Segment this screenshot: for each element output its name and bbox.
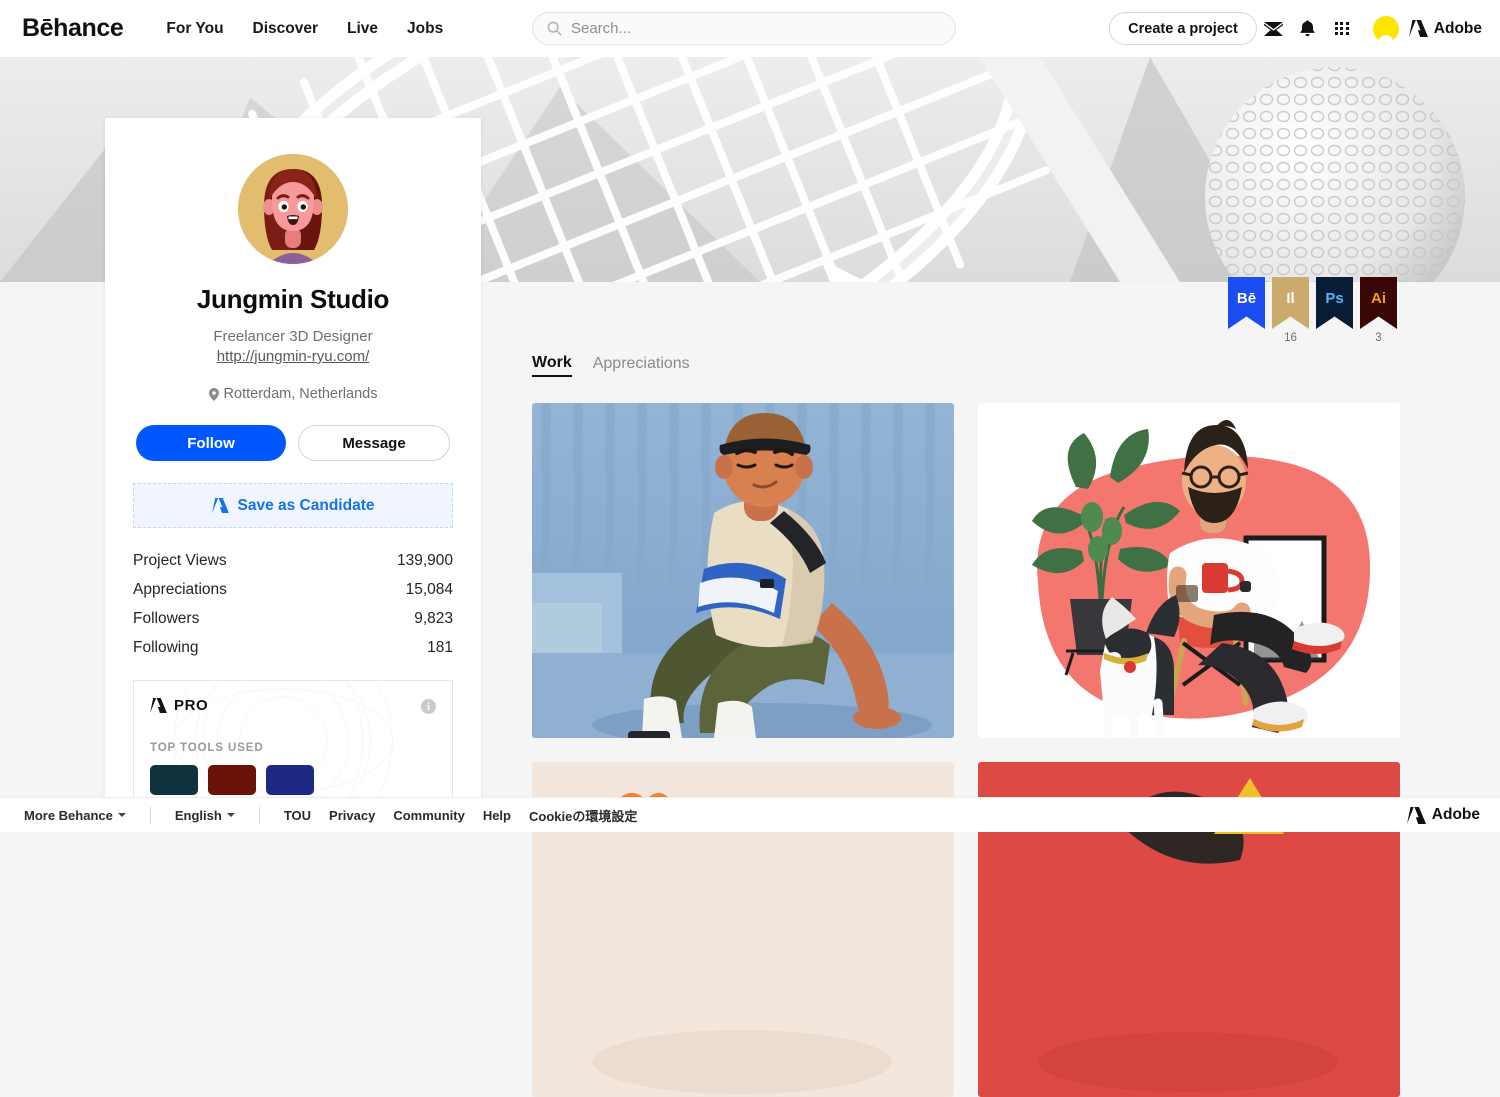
save-as-candidate-label: Save as Candidate xyxy=(238,497,375,515)
search-input[interactable]: Search... xyxy=(571,20,631,37)
profile-location: Rotterdam, Netherlands xyxy=(133,386,453,402)
projects-grid: ! xyxy=(532,403,1400,1097)
avatar-illustration xyxy=(238,154,348,264)
badge-photoshop[interactable]: Ps xyxy=(1316,277,1353,332)
stat-label: Following xyxy=(133,639,198,657)
stat-value: 9,823 xyxy=(414,610,453,628)
location-pin-icon xyxy=(209,388,219,401)
adobe-logo-icon xyxy=(212,498,229,513)
badge-label: Ai xyxy=(1371,290,1386,307)
footer-adobe-label: Adobe xyxy=(1432,806,1480,824)
info-icon[interactable]: i xyxy=(421,699,436,714)
badge-count: 16 xyxy=(1272,332,1309,344)
project-thumb-seated-boy[interactable] xyxy=(532,403,954,738)
achievement-badges: Bē Il 16 Ps Ai 3 xyxy=(1228,277,1397,344)
save-as-candidate-button[interactable]: Save as Candidate xyxy=(133,483,453,528)
profile-role: Freelancer 3D Designer xyxy=(133,328,453,345)
more-behance-label: More Behance xyxy=(24,808,113,823)
badge-label: Il xyxy=(1286,290,1294,307)
profile-sidebar-card: Jungmin Studio Freelancer 3D Designer ht… xyxy=(105,118,481,800)
stat-row-following: Following 181 xyxy=(133,633,453,662)
language-dropdown[interactable]: English xyxy=(175,808,235,823)
footer-link-cookies[interactable]: Cookieの環境設定 xyxy=(529,806,637,825)
content-tabs: Work Appreciations xyxy=(532,354,690,377)
footer-adobe-link[interactable]: Adobe xyxy=(1407,806,1480,824)
tool-chip-2[interactable] xyxy=(208,765,256,795)
stat-value: 181 xyxy=(427,639,453,657)
more-behance-dropdown[interactable]: More Behance xyxy=(24,808,126,823)
tab-appreciations[interactable]: Appreciations xyxy=(593,355,690,376)
footer-link-community[interactable]: Community xyxy=(393,808,465,823)
stat-value: 15,084 xyxy=(406,581,453,599)
badge-count: 3 xyxy=(1360,332,1397,344)
footer-link-help[interactable]: Help xyxy=(483,808,511,823)
badge-illustrator[interactable]: Ai 3 xyxy=(1360,277,1397,344)
stat-row-followers: Followers 9,823 xyxy=(133,604,453,633)
top-tools-used-label: TOP TOOLS USED xyxy=(150,742,436,754)
search-box[interactable]: Search... xyxy=(532,12,956,45)
search-icon xyxy=(547,21,562,36)
message-button[interactable]: Message xyxy=(298,425,450,461)
pro-insights-card: PRO i TOP TOOLS USED xyxy=(133,680,453,800)
tool-chip-3[interactable] xyxy=(266,765,314,795)
nav-live[interactable]: Live xyxy=(347,20,378,38)
primary-nav: For You Discover Live Jobs xyxy=(166,20,443,38)
tab-work[interactable]: Work xyxy=(532,354,572,377)
badge-label: Bē xyxy=(1237,290,1256,307)
profile-avatar[interactable] xyxy=(238,154,348,264)
page-title: Jungmin Studio xyxy=(133,284,453,315)
apps-grid-icon xyxy=(1335,22,1349,36)
badge-illustrator-tool[interactable]: Il 16 xyxy=(1272,277,1309,344)
footer-divider-2 xyxy=(259,807,260,824)
top-navigation-bar: Bēhance For You Discover Live Jobs Searc… xyxy=(0,0,1500,57)
app-switcher-button[interactable] xyxy=(1325,22,1359,36)
page-footer: More Behance English TOU Privacy Communi… xyxy=(0,797,1500,832)
user-avatar[interactable] xyxy=(1373,16,1399,42)
language-label: English xyxy=(175,808,222,823)
adobe-link[interactable]: Adobe xyxy=(1409,20,1482,38)
footer-divider-1 xyxy=(150,807,151,824)
adobe-label: Adobe xyxy=(1434,20,1482,38)
stat-label: Followers xyxy=(133,610,199,628)
profile-location-text: Rotterdam, Netherlands xyxy=(224,386,378,402)
stat-value: 139,900 xyxy=(397,552,453,570)
project-thumb-image xyxy=(978,403,1400,738)
profile-stats-list: Project Views 139,900 Appreciations 15,0… xyxy=(133,546,453,662)
profile-website-link[interactable]: http://jungmin-ryu.com/ xyxy=(133,348,453,365)
pro-label: PRO xyxy=(174,697,208,714)
envelope-icon xyxy=(1264,22,1283,36)
behance-logo[interactable]: Bēhance xyxy=(22,16,123,41)
profile-actions: Follow Message xyxy=(133,425,453,461)
footer-link-privacy[interactable]: Privacy xyxy=(329,808,375,823)
badge-behance[interactable]: Bē xyxy=(1228,277,1265,332)
adobe-logo-icon xyxy=(1409,20,1428,37)
badge-label: Ps xyxy=(1325,290,1343,307)
stat-label: Project Views xyxy=(133,552,227,570)
notifications-button[interactable] xyxy=(1291,20,1325,37)
chevron-down-icon xyxy=(118,813,126,817)
footer-link-tou[interactable]: TOU xyxy=(284,808,311,823)
follow-button[interactable]: Follow xyxy=(136,425,286,461)
project-thumb-image xyxy=(532,403,954,738)
pro-card-header: PRO i xyxy=(150,697,436,714)
nav-jobs[interactable]: Jobs xyxy=(407,20,443,38)
nav-right-cluster: Create a project Adob xyxy=(1109,0,1482,57)
nav-discover[interactable]: Discover xyxy=(253,20,318,38)
stat-label: Appreciations xyxy=(133,581,227,599)
stat-row-project-views: Project Views 139,900 xyxy=(133,546,453,575)
chevron-down-icon xyxy=(227,813,235,817)
create-a-project-button[interactable]: Create a project xyxy=(1109,12,1257,45)
project-thumb-man-with-dog[interactable] xyxy=(978,403,1400,738)
messages-button[interactable] xyxy=(1257,22,1291,36)
adobe-logo-icon xyxy=(1407,807,1426,824)
adobe-logo-icon xyxy=(150,698,167,713)
tool-chip-1[interactable] xyxy=(150,765,198,795)
stat-row-appreciations: Appreciations 15,084 xyxy=(133,575,453,604)
top-tools-chips xyxy=(150,765,436,795)
nav-for-you[interactable]: For You xyxy=(166,20,223,38)
bell-icon xyxy=(1300,20,1315,37)
